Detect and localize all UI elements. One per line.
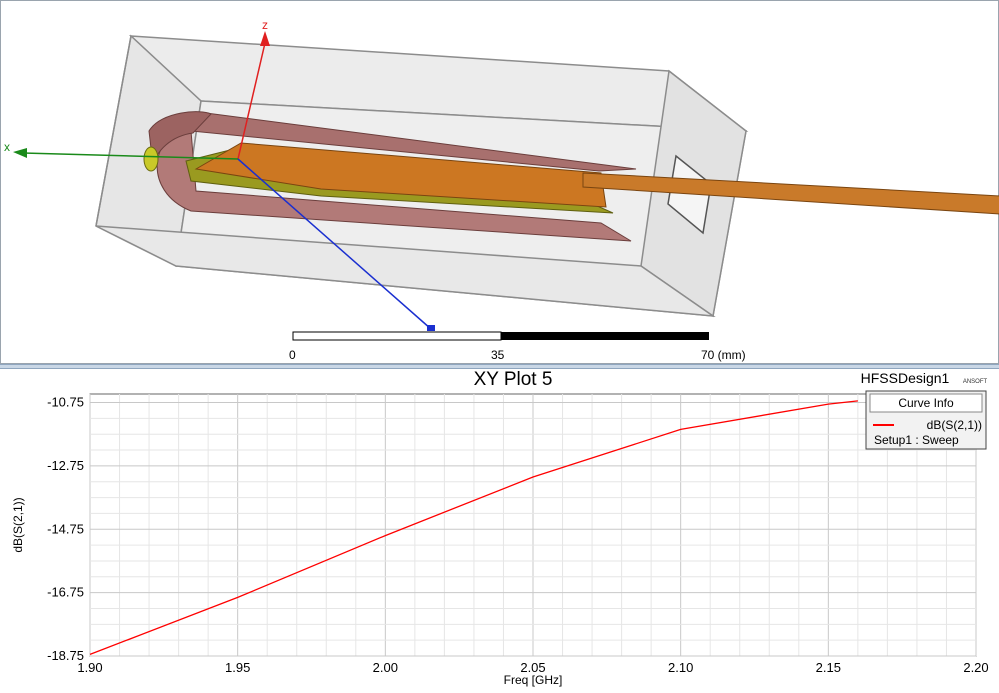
y-tick-label: -12.75 (47, 458, 84, 473)
connector-pin (143, 146, 159, 172)
x-tick-label: 2.15 (816, 660, 841, 675)
x-tick-label: 2.20 (963, 660, 988, 675)
model-3d-viewport[interactable]: z x 0 35 70 (mm) (0, 0, 999, 364)
y-tick-label: -18.75 (47, 648, 84, 663)
ansoft-logo: ANSOFT (963, 379, 988, 385)
axis-z-label: z (262, 18, 268, 32)
x-tick-label: 1.95 (225, 660, 250, 675)
scale-label-0: 0 (289, 348, 296, 362)
plot-title: XY Plot 5 (474, 369, 553, 390)
scale-label-70: 70 (mm) (701, 348, 746, 362)
y-tick-label: -14.75 (47, 521, 84, 536)
y-axis-label: dB(S(2,1)) (11, 497, 25, 552)
y-tick-label: -10.75 (47, 395, 84, 410)
x-tick-label: 2.10 (668, 660, 693, 675)
model-3d-canvas[interactable]: z x (1, 1, 999, 363)
legend-title: Curve Info (898, 396, 954, 410)
scale-bar (292, 331, 709, 341)
x-tick-label: 2.00 (373, 660, 398, 675)
xy-plot-chart[interactable]: XY Plot 5 HFSSDesign1 ANSOFT 1.90 1.95 2.0… (0, 369, 999, 688)
x-axis-label: Freq [GHz] (504, 673, 563, 687)
design-name: HFSSDesign1 (861, 370, 950, 386)
legend-entry-setup: Setup1 : Sweep (874, 433, 959, 447)
legend-entry-name: dB(S(2,1)) (927, 418, 982, 432)
y-tick-label: -16.75 (47, 585, 84, 600)
curve-info-legend[interactable]: Curve Info dB(S(2,1)) Setup1 : Sweep (865, 390, 987, 450)
xy-plot-panel[interactable]: XY Plot 5 HFSSDesign1 ANSOFT 1.90 1.95 2.0… (0, 369, 999, 688)
scale-label-35: 35 (491, 348, 505, 362)
axis-x-label: x (4, 140, 10, 154)
